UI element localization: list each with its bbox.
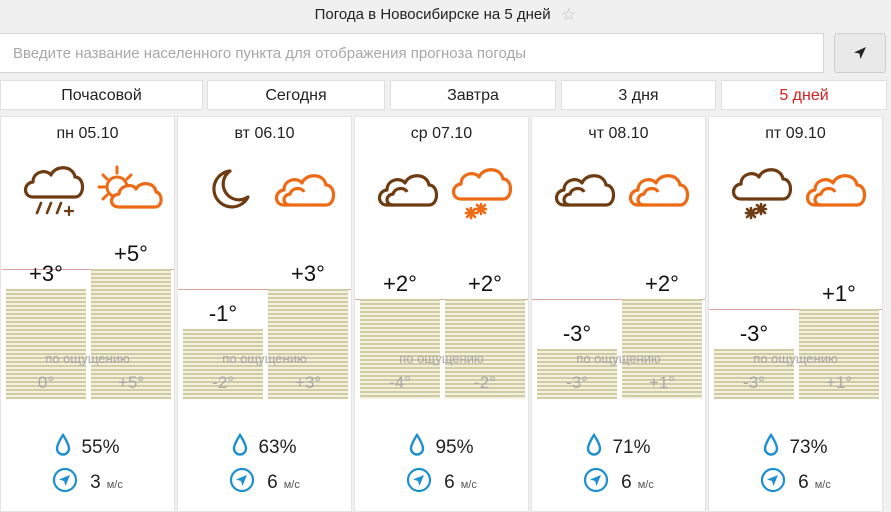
tab-3-days[interactable]: 3 дня <box>561 80 716 110</box>
cloud-snow-icon <box>447 157 517 227</box>
wind-unit: м/с <box>283 479 300 491</box>
night-temperature: +2° <box>383 271 417 296</box>
day-date: пт 09.10 <box>765 125 826 142</box>
wind-row: 6 м/с <box>355 467 528 498</box>
day-temperature: +1° <box>822 281 856 306</box>
wind-row: 6 м/с <box>709 467 882 498</box>
day-feels-like: -2° <box>474 373 496 392</box>
night-feels-like: -2° <box>212 373 234 392</box>
humidity-row: 55% <box>1 432 174 462</box>
night-temperature: -1° <box>208 301 238 326</box>
feels-like-label: по ощущению <box>222 351 307 366</box>
humidity-drop-icon <box>586 432 602 462</box>
night-temperature: +3° <box>29 261 63 286</box>
day-temperature: +3° <box>291 261 325 286</box>
night-feels-like: -4° <box>389 373 411 392</box>
cloud-icon <box>624 157 694 227</box>
cloud-snow-icon <box>727 157 797 227</box>
day-date: вт 06.10 <box>234 125 295 142</box>
tab-today[interactable]: Сегодня <box>207 80 385 110</box>
humidity-row: 63% <box>178 432 351 462</box>
page-title: Погода в Новосибирске на 5 дней <box>314 6 551 23</box>
forecast-cards: пн 05.10 +3° +5° по ощущению 0° +5° 55% … <box>0 116 891 512</box>
wind-direction-icon <box>760 467 786 498</box>
humidity-drop-icon <box>409 432 425 462</box>
humidity-row: 95% <box>355 432 528 462</box>
star-icon[interactable]: ☆ <box>561 0 576 30</box>
locate-button[interactable] <box>834 33 886 73</box>
night-feels-like: 0° <box>37 373 55 392</box>
feels-like-label: по ощущению <box>753 351 838 366</box>
cloud-icon <box>373 157 443 227</box>
feels-like-label: по ощущению <box>399 351 484 366</box>
location-arrow-icon <box>854 47 866 59</box>
night-temperature: -3° <box>562 321 592 346</box>
day-feels-like: +1° <box>648 373 676 392</box>
tab-5-days[interactable]: 5 дней <box>721 80 887 110</box>
day-card[interactable]: пт 09.10 -3° +1° по ощущению -3° +1° 73%… <box>708 116 883 512</box>
wind-speed: 6 <box>444 471 455 493</box>
cloud-icon <box>801 157 871 227</box>
day-card[interactable]: чт 08.10 -3° +2° по ощущению -3° +1° 71%… <box>531 116 706 512</box>
wind-unit: м/с <box>460 479 477 491</box>
humidity-drop-icon <box>763 432 779 462</box>
wind-unit: м/с <box>106 479 123 491</box>
wind-unit: м/с <box>637 479 654 491</box>
sun-cloud-icon <box>93 157 163 227</box>
humidity-row: 73% <box>709 432 882 462</box>
feels-like-label: по ощущению <box>45 351 130 366</box>
wind-direction-icon <box>52 467 78 498</box>
wind-row: 3 м/с <box>1 467 174 498</box>
day-temperature: +2° <box>645 271 679 296</box>
humidity-drop-icon <box>232 432 248 462</box>
period-tabs: Почасовой Сегодня Завтра 3 дня 5 дней <box>0 80 891 110</box>
search-input[interactable] <box>0 33 824 73</box>
cloud-icon <box>270 157 340 227</box>
day-temperature: +2° <box>468 271 502 296</box>
humidity-row: 71% <box>532 432 705 462</box>
day-temperature: +5° <box>114 241 148 266</box>
day-feels-like: +5° <box>117 373 145 392</box>
wind-direction-icon <box>583 467 609 498</box>
day-feels-like: +3° <box>294 373 322 392</box>
night-feels-like: -3° <box>566 373 588 392</box>
day-date: пн 05.10 <box>56 125 119 142</box>
cloud-rain-snow-icon <box>19 157 89 227</box>
humidity-value: 63% <box>258 436 297 458</box>
wind-speed: 3 <box>90 471 101 493</box>
wind-direction-icon <box>406 467 432 498</box>
tab-hourly[interactable]: Почасовой <box>0 80 203 110</box>
day-card[interactable]: пн 05.10 +3° +5° по ощущению 0° +5° 55% … <box>0 116 175 512</box>
day-card[interactable]: вт 06.10 -1° +3° по ощущению -2° +3° 63%… <box>177 116 352 512</box>
page-header: Погода в Новосибирске на 5 дней ☆ <box>0 0 891 30</box>
wind-speed: 6 <box>267 471 278 493</box>
moon-icon <box>196 157 266 227</box>
humidity-value: 95% <box>435 436 474 458</box>
wind-speed: 6 <box>798 471 809 493</box>
humidity-drop-icon <box>55 432 71 462</box>
wind-direction-icon <box>229 467 255 498</box>
humidity-value: 55% <box>81 436 120 458</box>
day-feels-like: +1° <box>825 373 853 392</box>
humidity-value: 71% <box>612 436 651 458</box>
wind-row: 6 м/с <box>178 467 351 498</box>
wind-unit: м/с <box>814 479 831 491</box>
tab-tomorrow[interactable]: Завтра <box>390 80 556 110</box>
day-card[interactable]: ср 07.10 +2° +2° по ощущению -4° -2° 95%… <box>354 116 529 512</box>
wind-row: 6 м/с <box>532 467 705 498</box>
cloud-icon <box>550 157 620 227</box>
day-date: чт 08.10 <box>588 125 649 142</box>
humidity-value: 73% <box>789 436 828 458</box>
wind-speed: 6 <box>621 471 632 493</box>
feels-like-label: по ощущению <box>576 351 661 366</box>
night-feels-like: -3° <box>743 373 765 392</box>
night-temperature: -3° <box>739 321 769 346</box>
day-date: ср 07.10 <box>410 125 473 142</box>
